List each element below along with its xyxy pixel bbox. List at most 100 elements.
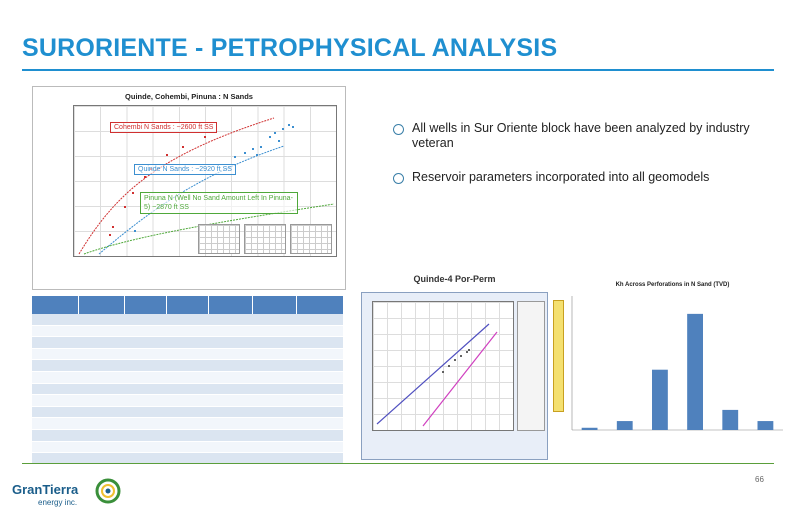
kh-bar-chart: Kh Across Perforations in N Sand (TVD) [553, 280, 787, 460]
table-cell [208, 441, 252, 454]
table-cell [296, 417, 343, 430]
title-underline [22, 69, 774, 71]
red-data-points [109, 136, 206, 236]
logo-name: GranTierra [12, 482, 79, 497]
magenta-fit-line [422, 331, 498, 427]
logo-subtitle: energy inc. [38, 498, 78, 507]
slide-title: SURORIENTE - PETROPHYSICAL ANALYSIS [22, 34, 558, 62]
table-row [32, 406, 343, 419]
table-row [32, 441, 343, 454]
bullet-circle-icon [393, 173, 404, 184]
table-row [32, 359, 343, 372]
table-cell [124, 325, 166, 338]
table-cell [32, 371, 78, 384]
por-perm-plot-area [372, 301, 514, 431]
table-row [32, 348, 343, 361]
kh-chart-svg [571, 296, 783, 431]
porosity-permeability-crossplot: Quinde, Cohembi, Pinuna : N Sands Cohemb… [32, 86, 346, 290]
table-row [32, 314, 343, 326]
table-cell [208, 314, 252, 326]
table-cell [208, 359, 252, 372]
table-cell [32, 441, 78, 454]
kh-bar [722, 409, 739, 430]
table-cell [124, 383, 166, 396]
table-cell [124, 394, 166, 407]
table-cell [78, 359, 124, 372]
bullet-list: All wells in Sur Oriente block have been… [393, 121, 763, 204]
quinde-annotation: Quinde N Sands : ~2920 ft SS [134, 164, 236, 175]
table-row [32, 325, 343, 338]
table-cell [252, 383, 296, 396]
table-cell [208, 383, 252, 396]
table-cell [78, 394, 124, 407]
kh-bar [616, 421, 633, 430]
table-cell [166, 325, 208, 338]
table-cell [252, 325, 296, 338]
table-cell [252, 314, 296, 326]
table-header-row [32, 296, 344, 314]
table-cell [78, 325, 124, 338]
table-cell [166, 359, 208, 372]
crossplot-title: Quinde, Cohembi, Pinuna : N Sands [125, 92, 253, 101]
table-cell [252, 406, 296, 419]
bullet-text: All wells in Sur Oriente block have been… [412, 121, 750, 150]
table-cell [296, 314, 343, 326]
table-cell [208, 336, 252, 349]
table-cell [32, 314, 78, 326]
table-cell [252, 429, 296, 442]
table-cell [124, 359, 166, 372]
table-cell [32, 429, 78, 442]
bullet-circle-icon [393, 124, 404, 135]
table-cell [296, 371, 343, 384]
table-cell [296, 406, 343, 419]
table-cell [296, 441, 343, 454]
table-cell [78, 441, 124, 454]
cohembi-annotation: Cohembi N Sands : ~2600 ft SS [110, 122, 218, 133]
table-cell [296, 394, 343, 407]
table-cell [124, 441, 166, 454]
table-cell [208, 348, 252, 361]
table-cell [78, 429, 124, 442]
table-row [32, 394, 343, 407]
table-cell [252, 441, 296, 454]
table-cell [252, 359, 296, 372]
por-perm-chart: Quinde-4 Por-Perm [361, 274, 548, 460]
table-cell [252, 371, 296, 384]
table-cell [78, 383, 124, 396]
table-cell [32, 383, 78, 396]
table-row [32, 371, 343, 384]
table-cell [78, 348, 124, 361]
pinuna-annotation: Pinuna N (Well No Sand Amount Left In Pi… [140, 192, 298, 214]
table-row [32, 429, 343, 442]
table-cell [124, 406, 166, 419]
table-cell [208, 429, 252, 442]
table-cell [166, 336, 208, 349]
por-perm-points [442, 349, 470, 373]
table-row [32, 383, 343, 396]
footer-rule [22, 463, 774, 464]
table-cell [32, 359, 78, 372]
table-cell [32, 394, 78, 407]
kh-bar [757, 421, 774, 430]
table-cell [32, 348, 78, 361]
table-cell [166, 429, 208, 442]
table-cell [296, 359, 343, 372]
table-cell [252, 394, 296, 407]
por-perm-lines [376, 323, 498, 427]
por-perm-title: Quinde-4 Por-Perm [413, 274, 496, 284]
page-number: 66 [755, 475, 764, 484]
table-cell [296, 325, 343, 338]
table-cell [166, 371, 208, 384]
por-perm-side-panel [517, 301, 545, 431]
table-row [32, 336, 343, 349]
table-cell [32, 325, 78, 338]
table-cell [32, 406, 78, 419]
table-row [32, 417, 343, 430]
petrophysical-table [32, 296, 344, 465]
table-cell [252, 417, 296, 430]
table-cell [124, 314, 166, 326]
por-perm-window [361, 292, 548, 460]
table-cell [124, 371, 166, 384]
grantierra-logo: GranTierra energy inc. [8, 471, 132, 515]
inset-chart-3 [290, 224, 332, 254]
